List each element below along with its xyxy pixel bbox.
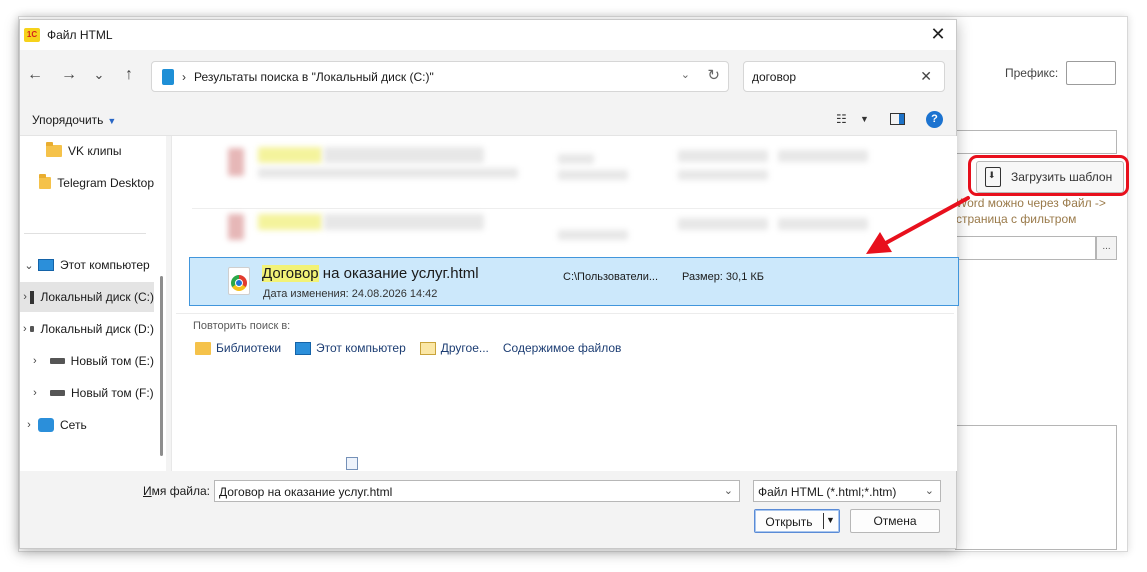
- up-arrow-icon[interactable]: ↑: [118, 62, 140, 88]
- folder-icon: [46, 142, 62, 157]
- tree-item-label: Локальный диск (C:): [40, 290, 154, 304]
- tree-item-label: Новый том (E:): [70, 354, 154, 368]
- result-modified-date: Дата изменения: 24.08.2026 14:42: [263, 288, 438, 300]
- navigation-pane: VK клипы Telegram Desktop ⌄ Этот компьют…: [20, 136, 166, 471]
- tree-item-new-volume-f[interactable]: › Новый том (F:): [20, 378, 154, 408]
- title-bar: 1C Файл HTML ✕: [20, 20, 956, 50]
- filename-field[interactable]: Договор на оказание услуг.html ⌄: [214, 480, 740, 502]
- command-bar: Упорядочить ▼ ☷ ▼ ?: [20, 102, 956, 136]
- computer-icon: [295, 341, 312, 355]
- search-results-pane: Договор на оказание услуг.html Дата изме…: [171, 136, 959, 471]
- clear-search-icon[interactable]: ✕: [920, 68, 932, 85]
- blurred-result-row[interactable]: [172, 142, 957, 186]
- search-input[interactable]: договор ✕: [743, 61, 945, 92]
- chevron-down-icon[interactable]: ⌄: [681, 68, 690, 81]
- navigation-scrollbar[interactable]: [160, 276, 163, 456]
- tree-item-local-disk-d[interactable]: › Локальный диск (D:): [20, 314, 154, 344]
- chevron-right-icon[interactable]: ›: [20, 291, 30, 303]
- tree-item-this-pc[interactable]: ⌄ Этот компьютер: [20, 250, 154, 280]
- background-textarea[interactable]: [955, 425, 1117, 550]
- tree-divider: [24, 233, 146, 234]
- folder-icon: [39, 174, 52, 189]
- drive-icon: [49, 358, 65, 364]
- chevron-right-icon[interactable]: ›: [20, 387, 50, 399]
- list-view-icon[interactable]: ☷: [836, 110, 854, 128]
- navigation-bar: ← → ⌄ ↑ › Результаты поиска в "Локальный…: [20, 50, 956, 102]
- address-text: Результаты поиска в "Локальный диск (C:)…: [194, 69, 434, 84]
- breadcrumb-separator-icon: ›: [182, 69, 186, 84]
- open-label: Открыть: [765, 515, 813, 529]
- repeat-search-this-pc[interactable]: Этот компьютер: [295, 341, 406, 355]
- organize-button[interactable]: Упорядочить ▼: [32, 113, 116, 127]
- chevron-right-icon[interactable]: ›: [20, 323, 30, 335]
- search-results-icon: [162, 68, 174, 85]
- filename-value: Договор на оказание услуг.html: [219, 485, 393, 499]
- file-open-dialog: 1C Файл HTML ✕ ← → ⌄ ↑ › Результаты поис…: [19, 19, 959, 549]
- custom-folder-icon: [419, 341, 436, 355]
- open-button[interactable]: Открыть ▼: [754, 509, 840, 533]
- repeat-search-file-contents[interactable]: Содержимое файлов: [346, 341, 621, 470]
- browse-button[interactable]: ...: [1096, 236, 1117, 260]
- caret-down-icon[interactable]: ▼: [826, 515, 835, 525]
- help-icon[interactable]: ?: [926, 111, 943, 128]
- result-size: Размер: 30,1 КБ: [682, 271, 765, 283]
- preview-pane-icon[interactable]: [890, 113, 905, 125]
- chevron-down-icon[interactable]: ⌄: [20, 259, 38, 272]
- filetype-select[interactable]: Файл HTML (*.html;*.htm) ⌄: [753, 480, 941, 502]
- chevron-down-icon[interactable]: ⌄: [925, 484, 934, 497]
- cancel-label: Отмена: [873, 514, 917, 528]
- libraries-folder-icon: [195, 341, 211, 355]
- organize-label: Упорядочить: [32, 113, 104, 127]
- filetype-value: Файл HTML (*.html;*.htm): [758, 485, 897, 499]
- close-icon[interactable]: ✕: [928, 24, 948, 44]
- prefix-label: Префикс:: [1005, 66, 1059, 80]
- address-bar[interactable]: › Результаты поиска в "Локальный диск (C…: [151, 61, 729, 92]
- file-contents-icon: [346, 457, 358, 470]
- tree-item-vk-clips[interactable]: VK клипы: [20, 136, 154, 166]
- prefix-input[interactable]: [1066, 61, 1116, 85]
- windows-drive-icon: [30, 290, 35, 304]
- tree-item-label: Сеть: [60, 418, 87, 432]
- tree-item-label: Этот компьютер: [60, 258, 150, 272]
- search-value: договор: [752, 70, 797, 84]
- drive-icon: [29, 326, 35, 332]
- caret-down-icon: ▼: [107, 116, 117, 126]
- filename-label: Имя файла:: [143, 484, 210, 498]
- forward-arrow-icon[interactable]: →: [58, 62, 80, 88]
- computer-icon: [38, 259, 54, 271]
- repeat-search-libraries[interactable]: Библиотеки: [195, 341, 281, 355]
- result-path: C:\Пользователи...: [563, 271, 659, 283]
- chevron-right-icon[interactable]: ›: [20, 419, 38, 431]
- cancel-button[interactable]: Отмена: [850, 509, 940, 533]
- refresh-icon[interactable]: ↻: [707, 66, 720, 84]
- recent-locations-icon[interactable]: ⌄: [88, 62, 110, 88]
- drive-icon: [50, 390, 65, 396]
- chevron-right-icon[interactable]: ›: [20, 355, 50, 367]
- tree-item-telegram-desktop[interactable]: Telegram Desktop: [20, 168, 154, 198]
- chrome-html-file-icon: [228, 267, 250, 295]
- tree-item-local-disk-c[interactable]: › Локальный диск (C:): [20, 282, 154, 312]
- background-input[interactable]: [955, 130, 1117, 154]
- view-options-caret-icon[interactable]: ▼: [860, 110, 878, 128]
- chevron-down-icon[interactable]: ⌄: [724, 484, 733, 497]
- annotation-highlight-box: [968, 155, 1129, 196]
- tree-item-label: Новый том (F:): [71, 386, 154, 400]
- 1c-app-icon: 1C: [24, 28, 40, 42]
- result-file-name: Договор на оказание услуг.html: [262, 265, 479, 282]
- hint-text: Word можно через Файл -> страница с филь…: [956, 196, 1106, 226]
- network-icon: [38, 418, 54, 432]
- repeat-search-label: Повторить поиск в:: [193, 320, 291, 332]
- blurred-result-row[interactable]: [172, 210, 957, 254]
- back-arrow-icon[interactable]: ←: [24, 62, 46, 88]
- tree-item-label: VK клипы: [68, 144, 122, 158]
- tree-item-network[interactable]: › Сеть: [20, 410, 154, 440]
- tree-item-new-volume-e[interactable]: › Новый том (E:): [20, 346, 154, 376]
- browse-input[interactable]: [955, 236, 1096, 260]
- repeat-search-other[interactable]: Другое...: [419, 341, 489, 355]
- tree-item-label: Локальный диск (D:): [40, 322, 154, 336]
- dialog-title: Файл HTML: [47, 28, 113, 42]
- tree-item-label: Telegram Desktop: [57, 176, 154, 190]
- selected-result-row[interactable]: Договор на оказание услуг.html Дата изме…: [189, 257, 959, 306]
- repeat-search-links: Библиотеки Этот компьютер Другое... Соде…: [195, 341, 621, 470]
